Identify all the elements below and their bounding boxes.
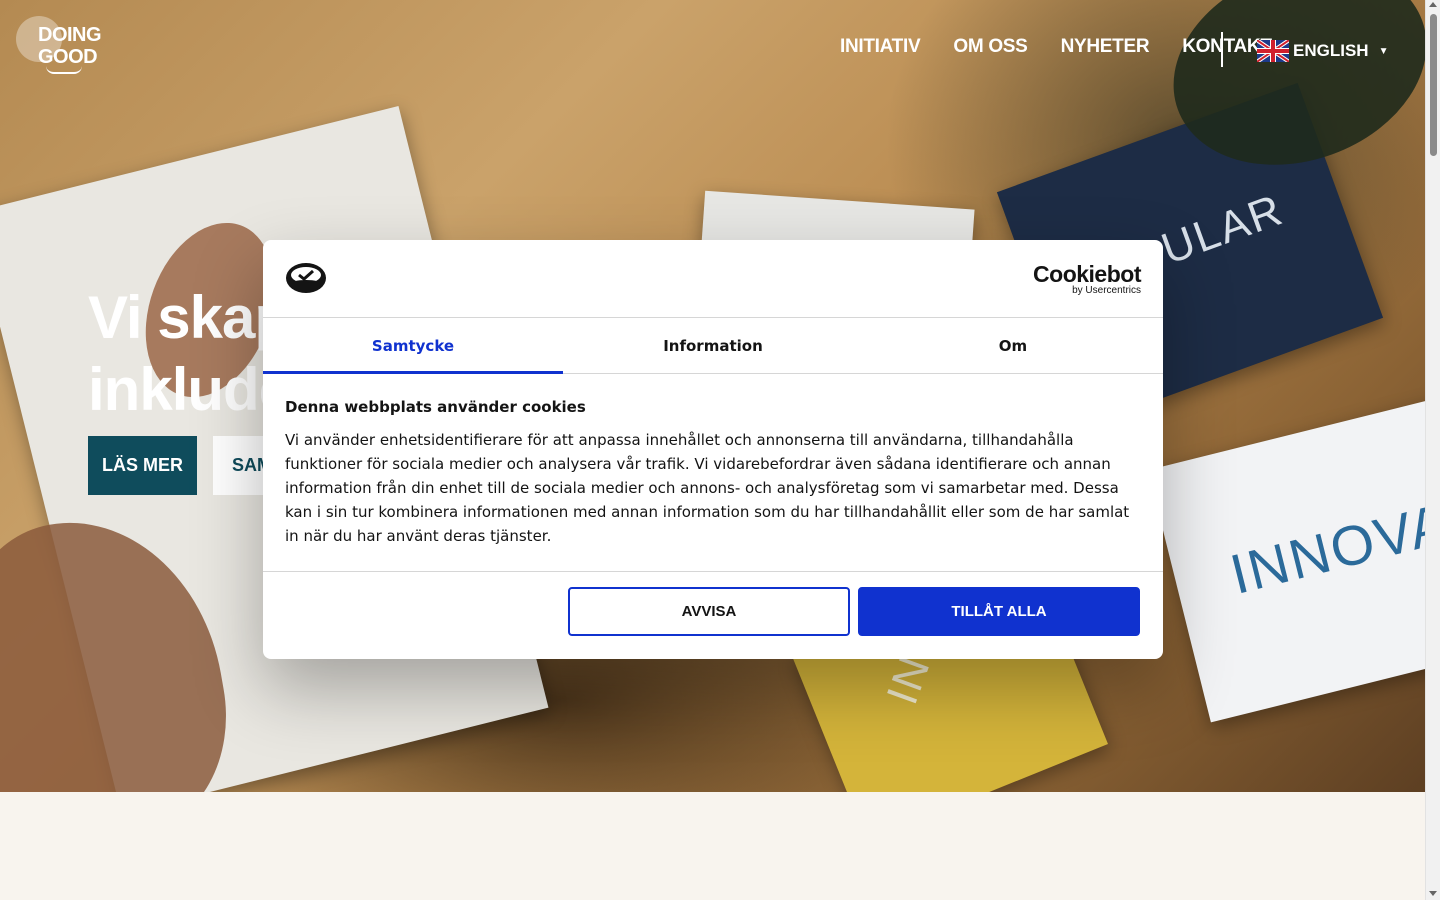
tab-samtycke[interactable]: Samtycke [263, 318, 563, 374]
deny-button[interactable]: AVVISA [568, 587, 850, 636]
dialog-tabs: Samtycke Information Om [263, 318, 1163, 374]
scrollbar-thumb[interactable] [1430, 14, 1437, 156]
cookiebot-logo-icon [286, 263, 326, 293]
scroll-down-icon[interactable] [1429, 891, 1437, 896]
dialog-header: Cookiebot by Usercentrics [263, 240, 1163, 318]
cookiebot-brand-name: Cookiebot [1033, 261, 1141, 287]
dialog-footer: AVVISA TILLÅT ALLA [263, 572, 1163, 658]
allow-all-button[interactable]: TILLÅT ALLA [858, 587, 1140, 636]
dialog-body: Denna webbplats använder cookies Vi anvä… [263, 374, 1163, 572]
tab-information[interactable]: Information [563, 318, 863, 373]
dialog-heading: Denna webbplats använder cookies [285, 398, 586, 416]
page-scrollbar[interactable] [1425, 0, 1440, 900]
tab-om[interactable]: Om [863, 318, 1163, 373]
cookiebot-brand-sub: by Usercentrics [1072, 285, 1141, 296]
cookie-consent-dialog: Cookiebot by Usercentrics Samtycke Infor… [263, 240, 1163, 659]
cookiebot-brand: Cookiebot by Usercentrics [1033, 262, 1141, 296]
dialog-description: Vi använder enhetsidentifierare för att … [285, 431, 1130, 545]
scroll-up-icon[interactable] [1429, 2, 1437, 7]
